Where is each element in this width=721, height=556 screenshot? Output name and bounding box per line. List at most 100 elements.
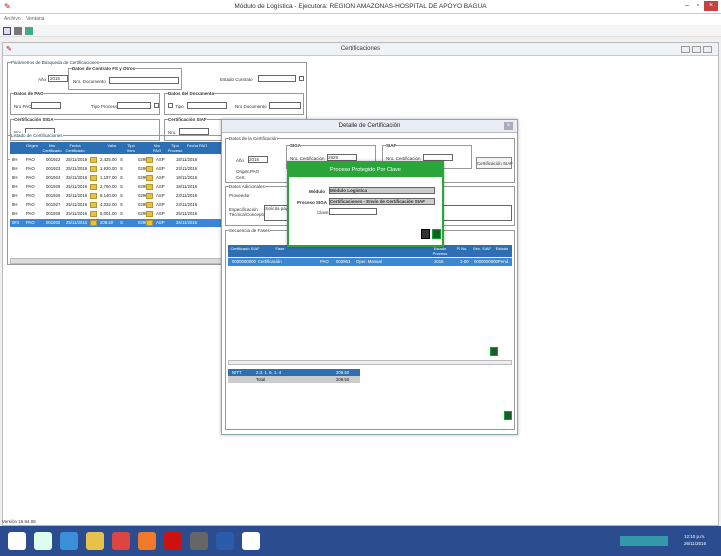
detalle-close-button[interactable]: ×	[504, 122, 513, 130]
firefox-icon[interactable]	[138, 532, 156, 550]
col-nro-pao[interactable]: Nro PAO	[150, 143, 164, 154]
certificate-doc-icon[interactable]	[90, 175, 97, 181]
col-nro-certificado[interactable]: Nro Certificado	[42, 143, 62, 154]
fase-row[interactable]: 0000000000 Certificación PAO 002963 Oper…	[228, 258, 512, 266]
certificate-doc-icon[interactable]	[90, 193, 97, 199]
certificate-doc-icon[interactable]	[90, 184, 97, 190]
certificate-doc-icon[interactable]	[90, 211, 97, 217]
pao-doc-icon[interactable]	[146, 157, 153, 163]
clock-time[interactable]: 12:10 p.m.	[684, 534, 705, 539]
maximize-button[interactable]: ▫	[691, 1, 705, 11]
tipo-proceso-select[interactable]	[117, 102, 151, 109]
pao-doc-icon[interactable]	[146, 184, 153, 190]
nro-documento-input[interactable]	[109, 77, 179, 84]
save-icon[interactable]	[3, 27, 11, 35]
fase-col-estado-proceso[interactable]: Estado Proceso	[430, 246, 450, 257]
pdf-app-icon[interactable]	[190, 532, 208, 550]
acrobat-icon[interactable]	[164, 532, 182, 550]
pao-group: Datos de PAO Nro PAO Tipo Proceso	[10, 91, 160, 115]
detalle-anio-input[interactable]: 2016	[248, 156, 268, 163]
pao-doc-icon[interactable]	[146, 220, 153, 226]
fase-hscrollbar[interactable]	[228, 360, 512, 365]
search-group-label: Parámetros de Búsqueda de Certificacione…	[11, 60, 100, 65]
fase-note-icon[interactable]	[490, 347, 498, 356]
menu-ventana[interactable]: Ventana	[26, 16, 44, 22]
exit-icon[interactable]	[25, 27, 33, 35]
table-cell: S	[120, 202, 123, 207]
tipo-select[interactable]	[187, 102, 227, 109]
tipo-proceso-checkbox[interactable]	[154, 103, 159, 108]
table-cell: 001930	[46, 220, 61, 225]
table-cell: 25/11/2016	[66, 211, 88, 216]
fase-cell-estado: Pend.	[498, 259, 510, 264]
clock-date[interactable]: 26/11/2016	[684, 541, 706, 546]
table-row[interactable]: 8H PAO 001928 25/11/2016 5,001.00 S 02967 ASP 25…	[10, 210, 226, 218]
logistica-icon[interactable]	[242, 532, 260, 550]
child-maximize-button[interactable]	[692, 46, 701, 53]
anio-select[interactable]: 2016	[48, 75, 68, 82]
siaf-nro-input[interactable]	[179, 128, 209, 135]
nro-cert-input[interactable]: 2929	[327, 154, 357, 161]
col-valor[interactable]: Valor	[102, 143, 122, 148]
clave-title: Proceso Protegido Por Clave	[330, 167, 401, 173]
col-origen[interactable]: Origen	[24, 143, 40, 148]
certificate-doc-icon[interactable]	[90, 220, 97, 226]
total-cell-nitt: NITT	[232, 370, 242, 375]
cancel-button[interactable]	[432, 229, 441, 239]
nro-pao-input[interactable]	[31, 102, 61, 109]
fase-col-estado[interactable]: Estado	[494, 246, 510, 251]
total-header: NITT 2.3. 1. 6. 1. 4 209.50	[228, 369, 360, 376]
clave-input[interactable]	[329, 208, 377, 215]
pao-doc-icon[interactable]	[146, 166, 153, 172]
pao-doc-icon[interactable]	[146, 193, 153, 199]
anio-label: Año	[38, 77, 47, 82]
certificate-doc-icon[interactable]	[90, 166, 97, 172]
pao-doc-icon[interactable]	[146, 202, 153, 208]
table-row[interactable]: 8H PAO 001927 25/11/2016 4,032.00 S 02968 ASP 23…	[10, 201, 226, 209]
fase-col-fl[interactable]: Fl No.	[456, 246, 468, 251]
detalle-note-icon[interactable]	[504, 411, 512, 420]
child-close-button[interactable]	[703, 46, 712, 53]
table-cell: 23/11/2016	[176, 202, 198, 207]
table-cell: PAO	[26, 193, 35, 198]
tipo-checkbox[interactable]	[168, 103, 173, 108]
pao-doc-icon[interactable]	[146, 211, 153, 217]
explorer-icon[interactable]	[86, 532, 104, 550]
fase-col-certificado-siaf[interactable]: Certificado SIAF	[230, 246, 260, 251]
child-minimize-button[interactable]	[681, 46, 690, 53]
menu-archivo[interactable]: Archivo	[4, 16, 21, 22]
table-row[interactable]: 8H PAO 001922 25/11/2016 2,425.00 S 02957 ASP 18…	[10, 156, 226, 164]
table-cell: ASP	[156, 157, 165, 162]
certificate-doc-icon[interactable]	[90, 202, 97, 208]
col-fecha-pao[interactable]: Fecha PAO	[186, 143, 208, 154]
chrome-icon[interactable]	[112, 532, 130, 550]
table-row[interactable]: 8H PAO 001925 25/11/2016 2,760.00 S 02954 ASP 18…	[10, 183, 226, 191]
table-row[interactable]: 0F2 PAO 001930 25/11/2016 209.50 S 02966 ASP 25/…	[10, 219, 226, 227]
close-button[interactable]: ×	[704, 1, 718, 11]
nro-documento2-input[interactable]	[269, 102, 301, 109]
table-cell: 18/11/2016	[176, 184, 198, 189]
table-cell: 1,197.00	[100, 175, 117, 180]
nro-cert-siaf-input[interactable]	[423, 154, 453, 161]
certificacion-siaf-button[interactable]: Certificación SIAF	[476, 157, 513, 169]
table-row[interactable]: 8H PAO 001923 25/11/2016 1,920.00 S 02964 ASP 23…	[10, 165, 226, 173]
certificate-doc-icon[interactable]	[90, 157, 97, 163]
estado-contrato-select[interactable]	[258, 75, 296, 82]
col-tipo-item[interactable]: Tipo Item	[126, 143, 136, 154]
table-row[interactable]: 8H PAO 001926 25/11/2016 9,140.00 S 02965 ASP 23…	[10, 192, 226, 200]
col-tipo-proceso[interactable]: Tipo Proceso	[166, 143, 184, 154]
home-icon[interactable]	[34, 532, 52, 550]
table-cell: 001924	[46, 175, 61, 180]
start-button[interactable]	[8, 532, 26, 550]
word-icon[interactable]	[216, 532, 234, 550]
pao-doc-icon[interactable]	[146, 175, 153, 181]
fase-col-sec-siaf[interactable]: Sec. SIAF	[472, 246, 492, 251]
print-icon[interactable]	[14, 27, 22, 35]
col-fecha-certificado[interactable]: Fecha Certificado	[64, 143, 86, 154]
table-row[interactable]: 8H PAO 001924 25/11/2016 1,197.00 S 02969 ASP 18…	[10, 174, 226, 182]
estado-contrato-checkbox[interactable]	[299, 76, 304, 81]
listado-hscrollbar[interactable]	[10, 258, 226, 264]
ie-icon[interactable]	[60, 532, 78, 550]
accept-button[interactable]	[421, 229, 430, 239]
tray-icons[interactable]	[620, 536, 668, 546]
